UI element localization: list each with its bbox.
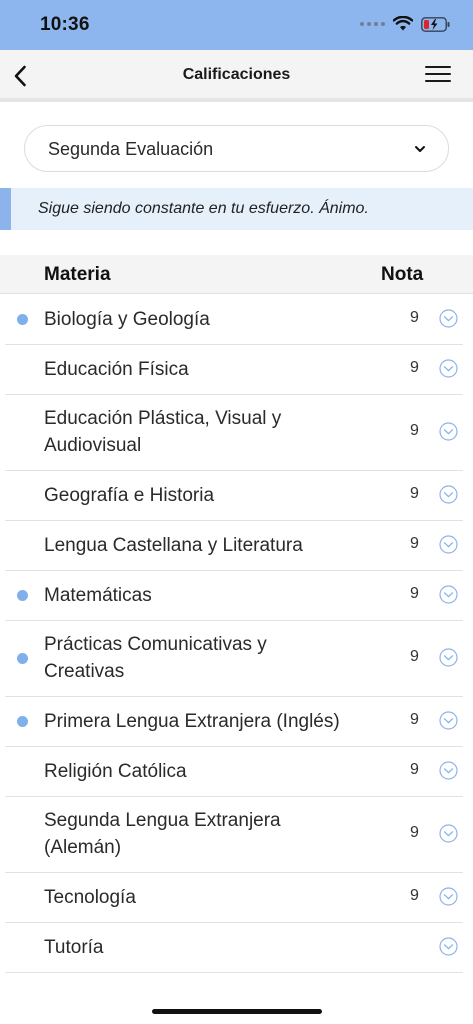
unread-indicator-dot <box>17 653 28 664</box>
home-indicator <box>152 1009 322 1014</box>
subject-name: Biología y Geología <box>44 309 210 330</box>
table-row[interactable]: Prácticas Comunicativas y Creativas 9 <box>0 620 473 697</box>
subject-grade: 9 <box>410 422 419 439</box>
grades-list: Biología y Geología 9 Educación Física 9 Edu… <box>0 294 473 973</box>
subject-grade: 9 <box>410 648 419 665</box>
expand-chevron-icon[interactable] <box>439 887 458 906</box>
subject-name: Matemáticas <box>44 585 152 606</box>
table-row[interactable]: Tutoría <box>0 922 473 973</box>
table-header: Materia Nota <box>0 255 473 294</box>
status-bar: 10:36 <box>0 0 473 50</box>
table-row[interactable]: Matemáticas 9 <box>0 570 473 621</box>
subject-name: Geografía e Historia <box>44 485 215 506</box>
subject-name: Lengua Castellana y Literatura <box>44 535 303 556</box>
battery-charging-icon <box>421 16 450 32</box>
subject-name: Primera Lengua Extranjera (Inglés) <box>44 711 340 732</box>
unread-indicator-dot <box>17 590 28 601</box>
page-title: Calificaciones <box>182 66 291 83</box>
expand-chevron-icon[interactable] <box>439 937 458 956</box>
column-header-subject: Materia <box>44 264 111 285</box>
expand-chevron-icon[interactable] <box>439 535 458 554</box>
expand-chevron-icon[interactable] <box>439 309 458 328</box>
expand-chevron-icon[interactable] <box>439 485 458 504</box>
subject-grade: 9 <box>410 761 419 778</box>
subject-grade: 9 <box>410 711 419 728</box>
subject-name: Educación Plástica, Visual y Audiovisual <box>44 408 282 456</box>
chevron-down-icon <box>415 146 425 152</box>
table-row[interactable]: Geografía e Historia 9 <box>0 470 473 521</box>
hamburger-menu-icon[interactable] <box>425 66 451 86</box>
expand-chevron-icon[interactable] <box>439 761 458 780</box>
subject-grade: 9 <box>410 485 419 502</box>
expand-chevron-icon[interactable] <box>439 359 458 378</box>
unread-indicator-dot <box>17 314 28 325</box>
subject-name: Segunda Lengua Extranjera (Alemán) <box>44 810 281 858</box>
status-time: 10:36 <box>40 14 90 35</box>
table-row[interactable]: Educación Plástica, Visual y Audiovisual… <box>0 394 473 471</box>
subject-grade: 9 <box>410 824 419 841</box>
subject-name: Educación Física <box>44 359 189 380</box>
subject-name: Religión Católica <box>44 761 187 782</box>
subject-name: Tecnología <box>44 887 136 908</box>
subject-name: Tutoría <box>44 937 104 958</box>
wifi-icon <box>393 16 413 31</box>
subject-name: Prácticas Comunicativas y Creativas <box>44 634 267 682</box>
evaluation-select-value: Segunda Evaluación <box>48 139 214 159</box>
table-row[interactable]: Segunda Lengua Extranjera (Alemán) 9 <box>0 796 473 873</box>
unread-indicator-dot <box>17 716 28 727</box>
nav-bar: Calificaciones <box>0 50 473 102</box>
motivation-banner: Sigue siendo constante en tu esfuerzo. Á… <box>0 188 473 230</box>
subject-grade: 9 <box>410 309 419 326</box>
status-icons <box>360 16 451 32</box>
table-row[interactable]: Lengua Castellana y Literatura 9 <box>0 520 473 571</box>
expand-chevron-icon[interactable] <box>439 422 458 441</box>
table-row[interactable]: Biología y Geología 9 <box>0 294 473 345</box>
subject-grade: 9 <box>410 585 419 602</box>
subject-grade: 9 <box>410 535 419 552</box>
expand-chevron-icon[interactable] <box>439 711 458 730</box>
expand-chevron-icon[interactable] <box>439 648 458 667</box>
table-row[interactable]: Tecnología 9 <box>0 872 473 923</box>
expand-chevron-icon[interactable] <box>439 824 458 843</box>
expand-chevron-icon[interactable] <box>439 585 458 604</box>
column-header-grade: Nota <box>381 264 424 285</box>
table-row[interactable]: Primera Lengua Extranjera (Inglés) 9 <box>0 696 473 747</box>
banner-message: Sigue siendo constante en tu esfuerzo. Á… <box>38 200 369 217</box>
table-row[interactable]: Religión Católica 9 <box>0 746 473 797</box>
table-row[interactable]: Educación Física 9 <box>0 344 473 395</box>
signal-icon <box>360 22 385 26</box>
evaluation-select[interactable]: Segunda Evaluación <box>24 125 449 172</box>
subject-grade: 9 <box>410 359 419 376</box>
row-divider <box>5 972 463 973</box>
subject-grade: 9 <box>410 887 419 904</box>
